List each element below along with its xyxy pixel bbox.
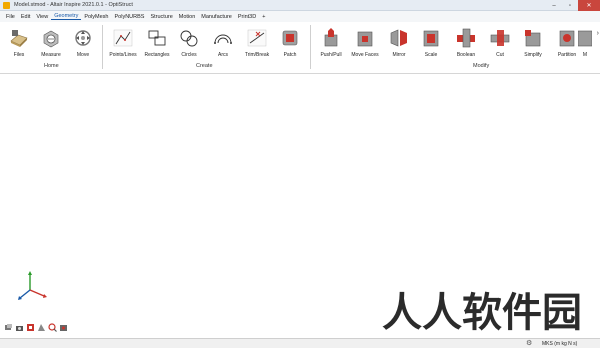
tool-label-move: Move <box>76 52 90 58</box>
more-icon <box>578 30 592 47</box>
ribbon-separator <box>310 25 311 69</box>
ribbon: Files Measure Move Home Points/Lines Rec… <box>0 22 600 74</box>
tool-label-arcs: Arcs <box>218 52 228 58</box>
move-icon <box>75 30 91 46</box>
menu-manufacture[interactable]: Manufacture <box>198 14 235 20</box>
tool-label-boolean: Boolean <box>456 52 476 58</box>
menu-motion[interactable]: Motion <box>176 14 199 20</box>
scale-button[interactable]: Scale <box>414 25 448 67</box>
menu-edit[interactable]: Edit <box>18 14 33 20</box>
menu-geometry[interactable]: Geometry <box>51 13 82 20</box>
menu-view[interactable]: View <box>33 14 51 20</box>
mirror-button[interactable]: Mirror <box>382 25 416 67</box>
files-icon <box>10 30 28 47</box>
tool-label-files: Files <box>13 52 25 58</box>
tool-label-move-faces: Move Faces <box>351 52 379 58</box>
menu-file[interactable]: File <box>3 14 18 20</box>
boolean-icon <box>457 28 475 48</box>
circles-button[interactable]: Circles <box>172 25 206 67</box>
points-lines-icon <box>113 29 133 47</box>
tool-label-points-lines: Points/Lines <box>109 52 137 58</box>
arcs-button[interactable]: Arcs <box>206 25 240 67</box>
tool-label-circles: Circles <box>181 52 197 58</box>
circles-icon <box>180 30 198 47</box>
title-bar: Model.stmod - Altair Inspire 2021.0.1 - … <box>0 0 600 11</box>
watermark-text: 人人软件园 <box>382 290 582 336</box>
group-label-modify: Modify <box>473 63 490 69</box>
section-view-icon[interactable] <box>37 323 46 332</box>
push-pull-icon <box>324 28 338 47</box>
files-button[interactable]: Files <box>2 25 36 67</box>
menu-structure[interactable]: Structure <box>147 14 175 20</box>
points-lines-button[interactable]: Points/Lines <box>106 25 140 67</box>
tool-label-measure: Measure <box>41 52 61 58</box>
minimize-button[interactable]: – <box>546 0 562 11</box>
window-controls: – ▫ ✕ <box>546 0 600 11</box>
menu-polymesh[interactable]: PolyMesh <box>81 14 111 20</box>
push-pull-button[interactable]: Push/Pull <box>314 25 348 67</box>
modeling-viewport[interactable]: 人人软件园 <box>0 75 600 338</box>
rectangles-button[interactable]: Rectangles <box>140 25 174 67</box>
tool-label-scale: Scale <box>424 52 438 58</box>
move-button[interactable]: Move <box>66 25 100 67</box>
tool-label-more: M <box>582 52 588 58</box>
simplify-button[interactable]: Simplify <box>516 25 550 67</box>
menu-polynurbs[interactable]: PolyNURBS <box>112 14 148 20</box>
tool-label-cut: Cut <box>496 52 504 58</box>
ribbon-scroll-arrow-icon[interactable]: › <box>597 30 599 37</box>
cut-icon <box>490 30 510 46</box>
tool-label-simplify: Simplify <box>524 52 542 58</box>
boolean-button[interactable]: Boolean <box>449 25 483 67</box>
tool-label-trim-break: Trim/Break <box>244 52 270 58</box>
scale-icon <box>423 30 439 47</box>
mirror-icon <box>390 29 407 47</box>
zoom-icon[interactable] <box>48 323 57 332</box>
app-icon <box>3 1 10 9</box>
axis-triad-icon <box>18 271 47 300</box>
camera-icon[interactable] <box>15 323 24 332</box>
more-tool-button[interactable]: M <box>578 25 592 67</box>
menu-add-tab[interactable]: + <box>259 14 268 20</box>
trim-break-icon <box>247 29 267 47</box>
partition-icon <box>559 30 575 47</box>
render-mode-icon[interactable] <box>26 323 35 332</box>
group-label-home: Home <box>44 63 59 69</box>
units-selector[interactable]: MKS (m kg N s) <box>542 339 577 348</box>
tool-label-partition: Partition <box>557 52 577 58</box>
settings-gear-icon[interactable]: ⚙ <box>526 339 532 348</box>
simplify-icon <box>525 30 541 47</box>
maximize-button[interactable]: ▫ <box>562 0 578 11</box>
tool-label-rectangles: Rectangles <box>144 52 170 58</box>
tool-label-push-pull: Push/Pull <box>320 52 342 58</box>
measure-button[interactable]: Measure <box>34 25 68 67</box>
cut-button[interactable]: Cut <box>483 25 517 67</box>
view-toolbar <box>4 323 68 332</box>
patch-icon <box>282 30 298 46</box>
trim-break-button[interactable]: Trim/Break <box>240 25 274 67</box>
menu-bar: File Edit View Geometry PolyMesh PolyNUR… <box>0 11 600 22</box>
patch-button[interactable]: Patch <box>273 25 307 67</box>
close-button[interactable]: ✕ <box>578 0 600 11</box>
menu-print3d[interactable]: Print3D <box>235 14 259 20</box>
measure-icon <box>43 30 59 48</box>
view-cube-icon[interactable] <box>4 323 13 332</box>
ribbon-separator <box>102 25 103 69</box>
group-label-create: Create <box>196 63 213 69</box>
rectangles-icon <box>148 30 166 46</box>
tool-label-mirror: Mirror <box>392 52 406 58</box>
status-bar: ⚙ MKS (m kg N s) <box>0 338 600 348</box>
move-faces-icon <box>357 31 373 47</box>
arcs-icon <box>214 34 232 44</box>
move-faces-button[interactable]: Move Faces <box>348 25 382 67</box>
window-title: Model.stmod - Altair Inspire 2021.0.1 - … <box>14 2 133 8</box>
visibility-icon[interactable] <box>59 323 68 332</box>
tool-label-patch: Patch <box>283 52 297 58</box>
